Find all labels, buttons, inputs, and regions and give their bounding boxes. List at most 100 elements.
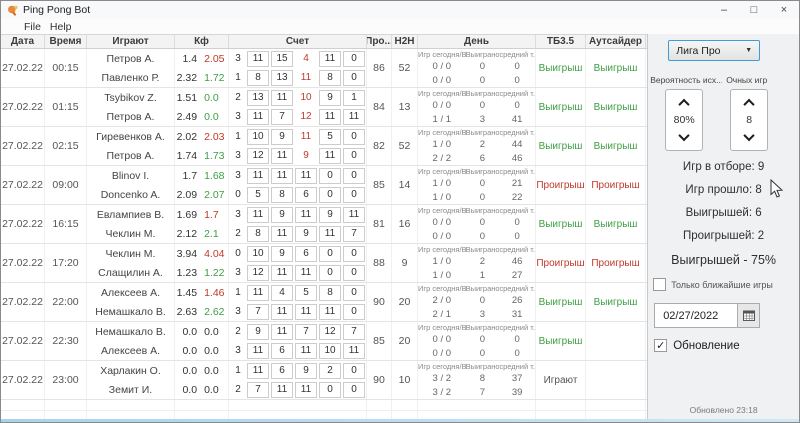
h2h-games-stepper[interactable]: 8: [730, 89, 768, 151]
day-subheader: Игр сегодня/В...: [418, 245, 466, 254]
day-stat-value: 0: [499, 100, 535, 111]
odds-current: 1.46: [204, 287, 228, 299]
day-stat-value: 6: [466, 153, 500, 164]
sets-won: 2: [231, 92, 245, 103]
nearest-games-checkbox[interactable]: [653, 278, 666, 291]
game-score-cell: 11: [247, 363, 269, 379]
chevron-down-icon[interactable]: [744, 130, 755, 141]
table-row[interactable]: 27.02.22 01:15 Tsybikov Z. Петров А. 1.5…: [1, 88, 647, 127]
updated-note: Обновлено 23:18: [648, 405, 799, 415]
title-bar: Ping Pong Bot – □ ×: [1, 1, 799, 19]
close-icon[interactable]: ×: [769, 1, 799, 19]
table-row[interactable]: 27.02.22 22:00 Алексеев А. Немашкало В. …: [1, 283, 647, 322]
odds-current: 2.05: [204, 53, 228, 65]
table-row[interactable]: 27.02.22 09:00 Blinov I. Doncenko A. 1.7…: [1, 166, 647, 205]
chevron-up-icon[interactable]: [679, 99, 690, 110]
day-subheader: Игр сегодня/В...: [418, 323, 466, 332]
day-stat-value: 1 / 0: [418, 178, 466, 189]
table-row[interactable]: 27.02.22 23:00 Харлакин О. Земит И. 0.00…: [1, 361, 647, 400]
header-tb35: ТБ3.5: [536, 35, 586, 48]
player-name: Blinov I.: [87, 166, 174, 185]
pro-value: 84: [367, 88, 392, 126]
day-stat-value: 2 / 0: [418, 295, 466, 306]
day-stat-value: 8: [466, 373, 500, 384]
odds-current: 0.0: [204, 326, 228, 338]
menu-file[interactable]: File: [24, 21, 41, 33]
outsider-result: Выигрыш: [586, 88, 646, 126]
game-score-cell: 9: [295, 363, 317, 379]
day-stat-value: 0 / 0: [418, 334, 466, 345]
match-time: 16:15: [45, 205, 87, 243]
update-checkbox[interactable]: ✓: [654, 339, 667, 352]
control-sidebar: Лига Про ▼ Вероятность исх... Очных игр …: [648, 34, 799, 423]
odds-open: 1.74: [175, 150, 197, 162]
date-input[interactable]: 02/27/2022: [654, 303, 738, 328]
h2h-value: 16: [392, 205, 418, 243]
day-stats-cell: Игр сегодня/В...Выиграно п...средний т..…: [418, 88, 536, 126]
match-date: 27.02.22: [1, 361, 45, 399]
day-stat-value: 21: [499, 178, 535, 189]
nearest-games-label: Только ближайшие игры: [671, 280, 773, 290]
chevron-up-icon[interactable]: [744, 99, 755, 110]
game-score-cell: 0: [319, 265, 341, 281]
odds-current: 2.1: [204, 228, 228, 240]
day-subheader: Выиграно п...: [466, 284, 500, 293]
calendar-icon: [743, 310, 755, 321]
maximize-icon[interactable]: □: [739, 1, 769, 19]
table-row[interactable]: 27.02.22 02:15 Гиревенков А. Петров А. 2…: [1, 127, 647, 166]
chevron-down-icon[interactable]: [679, 130, 690, 141]
game-score-cell: 9: [271, 207, 293, 223]
h2h-games-value: 8: [746, 114, 752, 126]
day-subheader: Игр сегодня/В...: [418, 284, 466, 293]
game-score-cell: 11: [319, 148, 341, 164]
app-window: Ping Pong Bot – □ × File Help Дата Время…: [0, 0, 800, 423]
day-stat-value: 0: [466, 61, 500, 72]
game-score-cell: 5: [247, 187, 269, 203]
game-score-cell: 0: [343, 246, 365, 262]
table-row[interactable]: 27.02.22 22:30 Немашкало В. Алексеев А. …: [1, 322, 647, 361]
probability-label: Вероятность исх...: [650, 75, 722, 85]
odds-open: 1.51: [175, 92, 197, 104]
game-score-cell: 11: [271, 148, 293, 164]
empty-row: [1, 400, 647, 411]
day-stat-value: 26: [499, 295, 535, 306]
odds-open: 0.0: [175, 365, 197, 377]
outsider-result: Выигрыш: [586, 205, 646, 243]
day-stat-value: 1: [466, 270, 500, 281]
game-score-cell: 0: [343, 382, 365, 398]
table-row[interactable]: 27.02.22 17:20 Чеклин М. Слащилин А. 3.9…: [1, 244, 647, 283]
h2h-value: 52: [392, 49, 418, 87]
day-stat-value: 1 / 0: [418, 270, 466, 281]
players-cell: Blinov I. Doncenko A.: [87, 166, 175, 204]
players-cell: Харлакин О. Земит И.: [87, 361, 175, 399]
probability-stepper[interactable]: 80%: [665, 89, 703, 151]
game-score-cell: 11: [295, 70, 317, 86]
header-h2h: H2H: [392, 35, 418, 48]
table-row[interactable]: 27.02.22 00:15 Петров А. Павленко Р. 1.4…: [1, 49, 647, 88]
game-score-cell: 12: [319, 324, 341, 340]
pro-value: 86: [367, 49, 392, 87]
menu-help[interactable]: Help: [50, 21, 72, 33]
day-stats-cell: Игр сегодня/В...Выиграно п...средний т..…: [418, 127, 536, 165]
day-subheader: средний т...: [499, 284, 535, 293]
game-score-cell: 0: [319, 168, 341, 184]
table-body: 27.02.22 00:15 Петров А. Павленко Р. 1.4…: [1, 49, 647, 400]
odds-cell: 1.451.46 2.632.62: [175, 283, 229, 321]
minimize-icon[interactable]: –: [709, 1, 739, 19]
table-row[interactable]: 27.02.22 16:15 Евлампиев В. Чеклин М. 1.…: [1, 205, 647, 244]
odds-open: 1.4: [175, 53, 197, 65]
day-stat-value: 22: [499, 192, 535, 203]
h2h-value: 9: [392, 244, 418, 282]
sets-won: 1: [231, 72, 245, 83]
game-score-cell: 4: [295, 51, 317, 67]
game-score-cell: 0: [343, 148, 365, 164]
pro-value: 88: [367, 244, 392, 282]
day-subheader: Выиграно п...: [466, 323, 500, 332]
league-select[interactable]: Лига Про ▼: [668, 40, 760, 61]
odds-open: 2.63: [175, 306, 197, 318]
h2h-value: 20: [392, 283, 418, 321]
calendar-button[interactable]: [738, 303, 760, 328]
h2h-value: 13: [392, 88, 418, 126]
game-score-cell: 11: [271, 304, 293, 320]
odds-open: 2.12: [175, 228, 197, 240]
